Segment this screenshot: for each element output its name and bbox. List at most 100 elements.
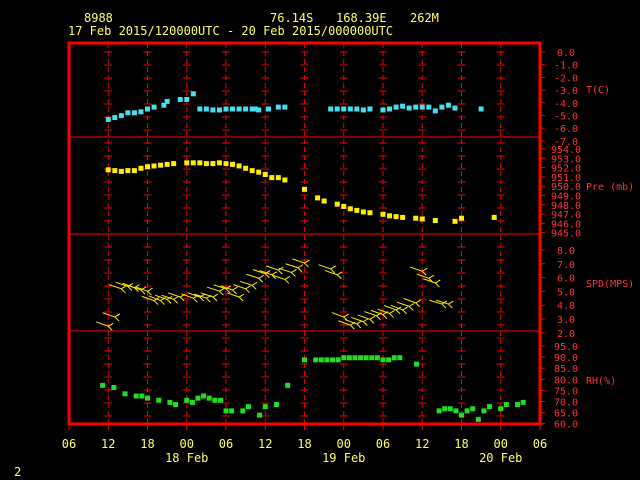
rh-point [464, 408, 470, 414]
wind-arrow-head [120, 288, 126, 294]
wind-arrow-shaft [396, 301, 410, 307]
pres-point [459, 215, 464, 221]
wind-arrow-head [402, 309, 407, 315]
rh-point [195, 395, 201, 401]
temp-point [177, 97, 183, 102]
wind-arrow-shaft [324, 270, 338, 276]
wind-arrow-head [441, 303, 447, 309]
temp-point [400, 103, 406, 109]
pres-point [282, 177, 288, 183]
wind-arrow-head [408, 302, 415, 307]
temp-point [354, 106, 360, 112]
wind-arrow-head [421, 267, 428, 272]
rh-point [122, 391, 128, 397]
temp-point [334, 106, 340, 112]
wind-arrow-head [212, 296, 218, 302]
wind-arrow-head [160, 300, 165, 305]
wind-arrow-shaft [226, 292, 240, 298]
y-tick-label: 70.0 [554, 398, 578, 409]
wind-arrow-head [284, 279, 290, 284]
wind-arrow-head [356, 320, 363, 325]
wind-arrow-shaft [266, 265, 279, 271]
temp-point [131, 110, 137, 116]
pres-point [151, 163, 157, 169]
rh-point [217, 397, 223, 403]
rh-point [262, 404, 268, 410]
temp-point [203, 106, 209, 112]
wind-arrow-head [448, 300, 454, 305]
wind-arrow-shaft [246, 273, 259, 279]
temp-point [432, 108, 438, 114]
pres-point [269, 175, 275, 181]
pres-point [367, 210, 373, 216]
pres-point [230, 161, 236, 167]
temp-point [445, 102, 451, 108]
pres-point [118, 168, 124, 174]
wind-arrow-head [376, 315, 381, 321]
pres-point [315, 195, 321, 201]
rh-point [139, 393, 145, 399]
y-tick-label: -2.0 [554, 73, 578, 84]
x-tick-label: 06 [376, 437, 390, 451]
wind-arrow-head [435, 279, 441, 284]
temp-point [138, 109, 144, 115]
rh-point [100, 382, 106, 388]
rh-point [386, 357, 392, 363]
temp-point [210, 107, 216, 113]
wind-arrow-head [408, 306, 414, 311]
rh-point [189, 399, 195, 405]
temp-point [216, 107, 222, 113]
rh-point [324, 357, 330, 363]
temp-point [256, 107, 262, 113]
pres-point [131, 168, 137, 174]
x-day-label: 19 Feb [322, 451, 365, 465]
wind-arrow-shaft [292, 258, 305, 264]
y-tick-label: 4.0 [557, 301, 575, 312]
rh-point [453, 408, 459, 414]
temp-point [197, 106, 203, 112]
wind-arrow-head [284, 276, 291, 280]
x-tick-label: 00 [180, 437, 194, 451]
wind-arrow-head [206, 297, 211, 303]
y-tick-label: 8.0 [557, 246, 575, 257]
panel-label-pres: Pre (mb) [586, 182, 634, 193]
temp-point [282, 104, 288, 110]
wind-arrow-shaft [409, 266, 423, 272]
wind-arrow-head [192, 297, 198, 303]
rh-point [391, 355, 397, 361]
wind-arrow-head [349, 324, 355, 330]
rh-point [257, 412, 263, 418]
wind-arrow [351, 316, 369, 326]
pres-point [275, 175, 281, 181]
wind-arrow-shaft [403, 298, 416, 304]
y-tick-label: 945.0 [551, 229, 581, 240]
wind-arrow-head [304, 259, 310, 264]
wind-arrow [141, 295, 160, 305]
wind-arrow-head [147, 287, 153, 292]
temp-point [145, 106, 150, 112]
wind-arrow-head [389, 309, 395, 314]
y-tick-label: 2.0 [557, 329, 575, 340]
y-tick-label: 60.0 [554, 420, 578, 431]
wind-arrow-head [330, 265, 336, 270]
pres-point [210, 161, 216, 167]
rh-point [363, 355, 369, 361]
page-number: 2 [14, 465, 21, 479]
pres-point [419, 216, 425, 222]
y-tick-label: -4.0 [554, 99, 578, 110]
y-tick-label: 0.0 [557, 48, 575, 59]
wind-arrow-head [232, 286, 238, 291]
temp-point [413, 104, 419, 110]
temp-point [360, 107, 366, 113]
x-tick-label: 18 [140, 437, 154, 451]
station-longitude: 168.39E [336, 11, 387, 25]
temp-point [118, 113, 124, 119]
pres-point [262, 172, 268, 178]
pres-point [158, 162, 164, 168]
wind-arrow-head [382, 314, 388, 319]
pres-point [302, 186, 307, 192]
y-tick-label: 95.0 [554, 342, 578, 353]
meteogram-chart: 8988 76.14S 168.39E 262M 17 Feb 2015/120… [14, 11, 634, 479]
x-tick-label: 18 [454, 437, 468, 451]
pres-point [256, 169, 262, 175]
